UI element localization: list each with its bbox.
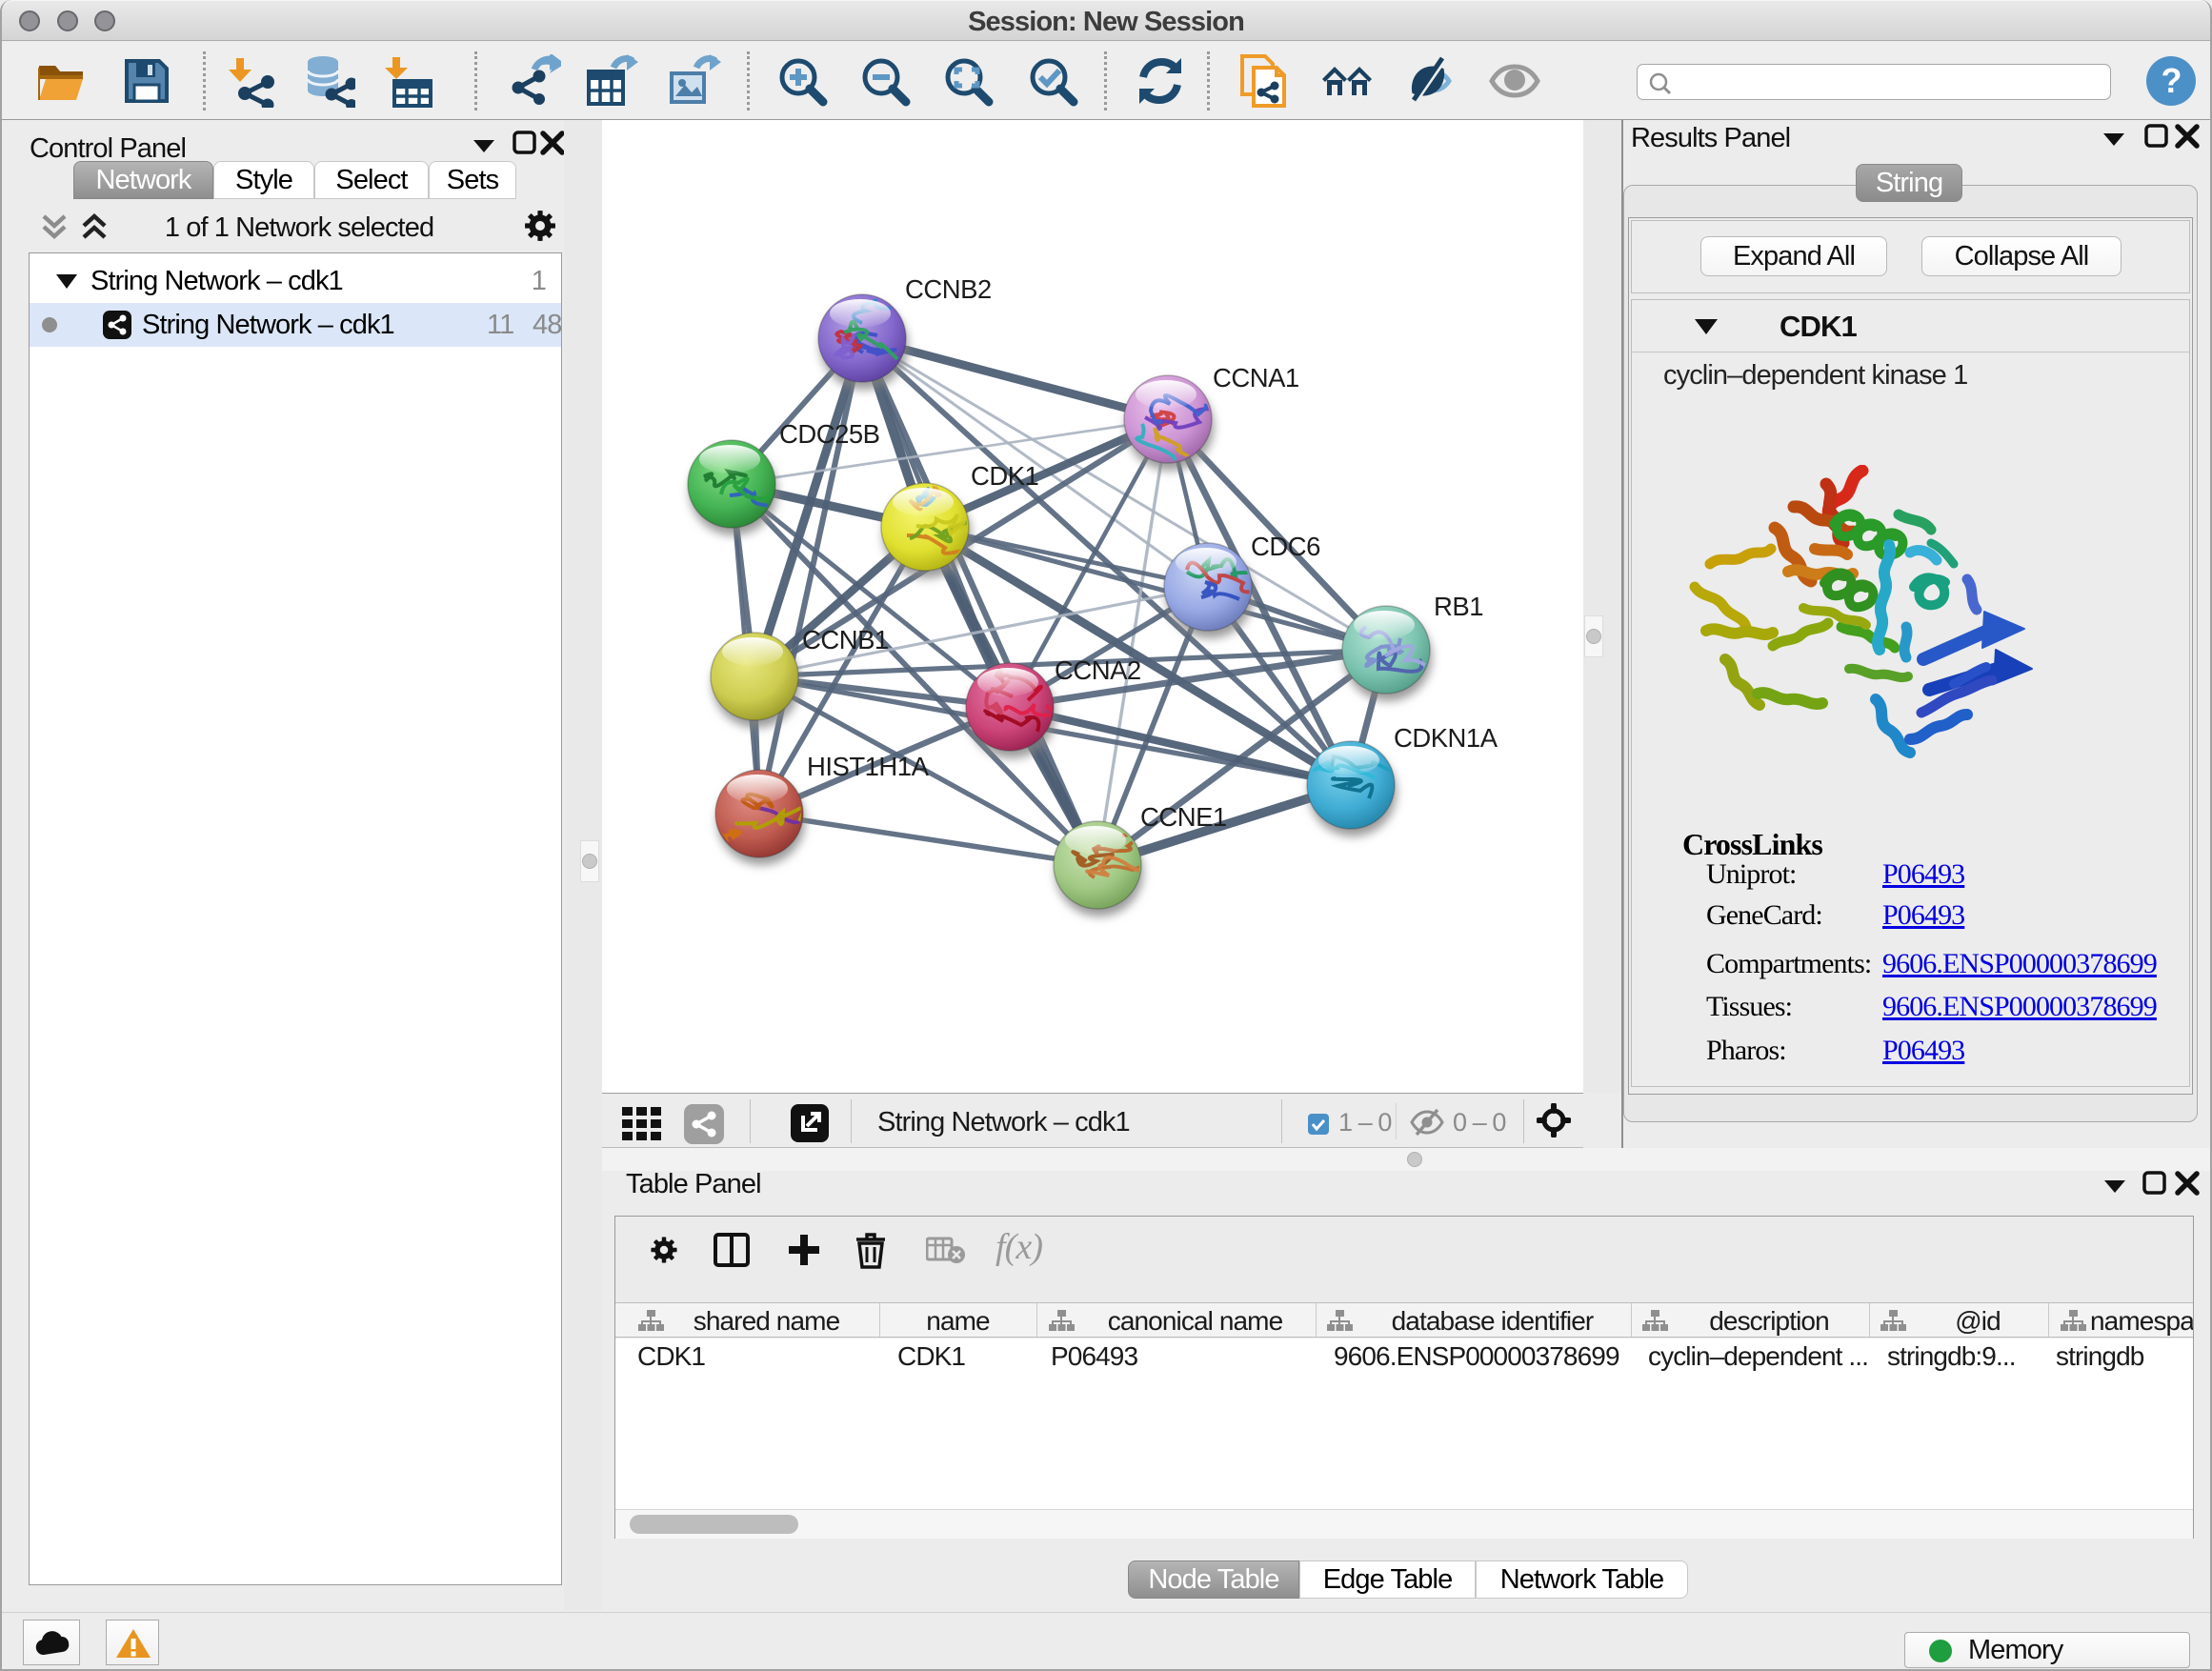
- svg-text:CDK1: CDK1: [971, 461, 1038, 491]
- svg-text:CDC25B: CDC25B: [779, 419, 880, 449]
- svg-text:CCNA2: CCNA2: [1055, 655, 1141, 685]
- svg-text:HIST1H1A: HIST1H1A: [807, 752, 930, 781]
- svg-text:CDKN1A: CDKN1A: [1394, 723, 1498, 753]
- svg-text:CCNB2: CCNB2: [905, 274, 992, 304]
- svg-text:CCNE1: CCNE1: [1140, 802, 1227, 832]
- svg-text:CDC6: CDC6: [1251, 532, 1320, 561]
- svg-text:CCNA1: CCNA1: [1213, 363, 1299, 393]
- svg-text:RB1: RB1: [1434, 592, 1483, 621]
- svg-text:?: ?: [2161, 61, 2181, 100]
- svg-text:CCNB1: CCNB1: [802, 625, 889, 654]
